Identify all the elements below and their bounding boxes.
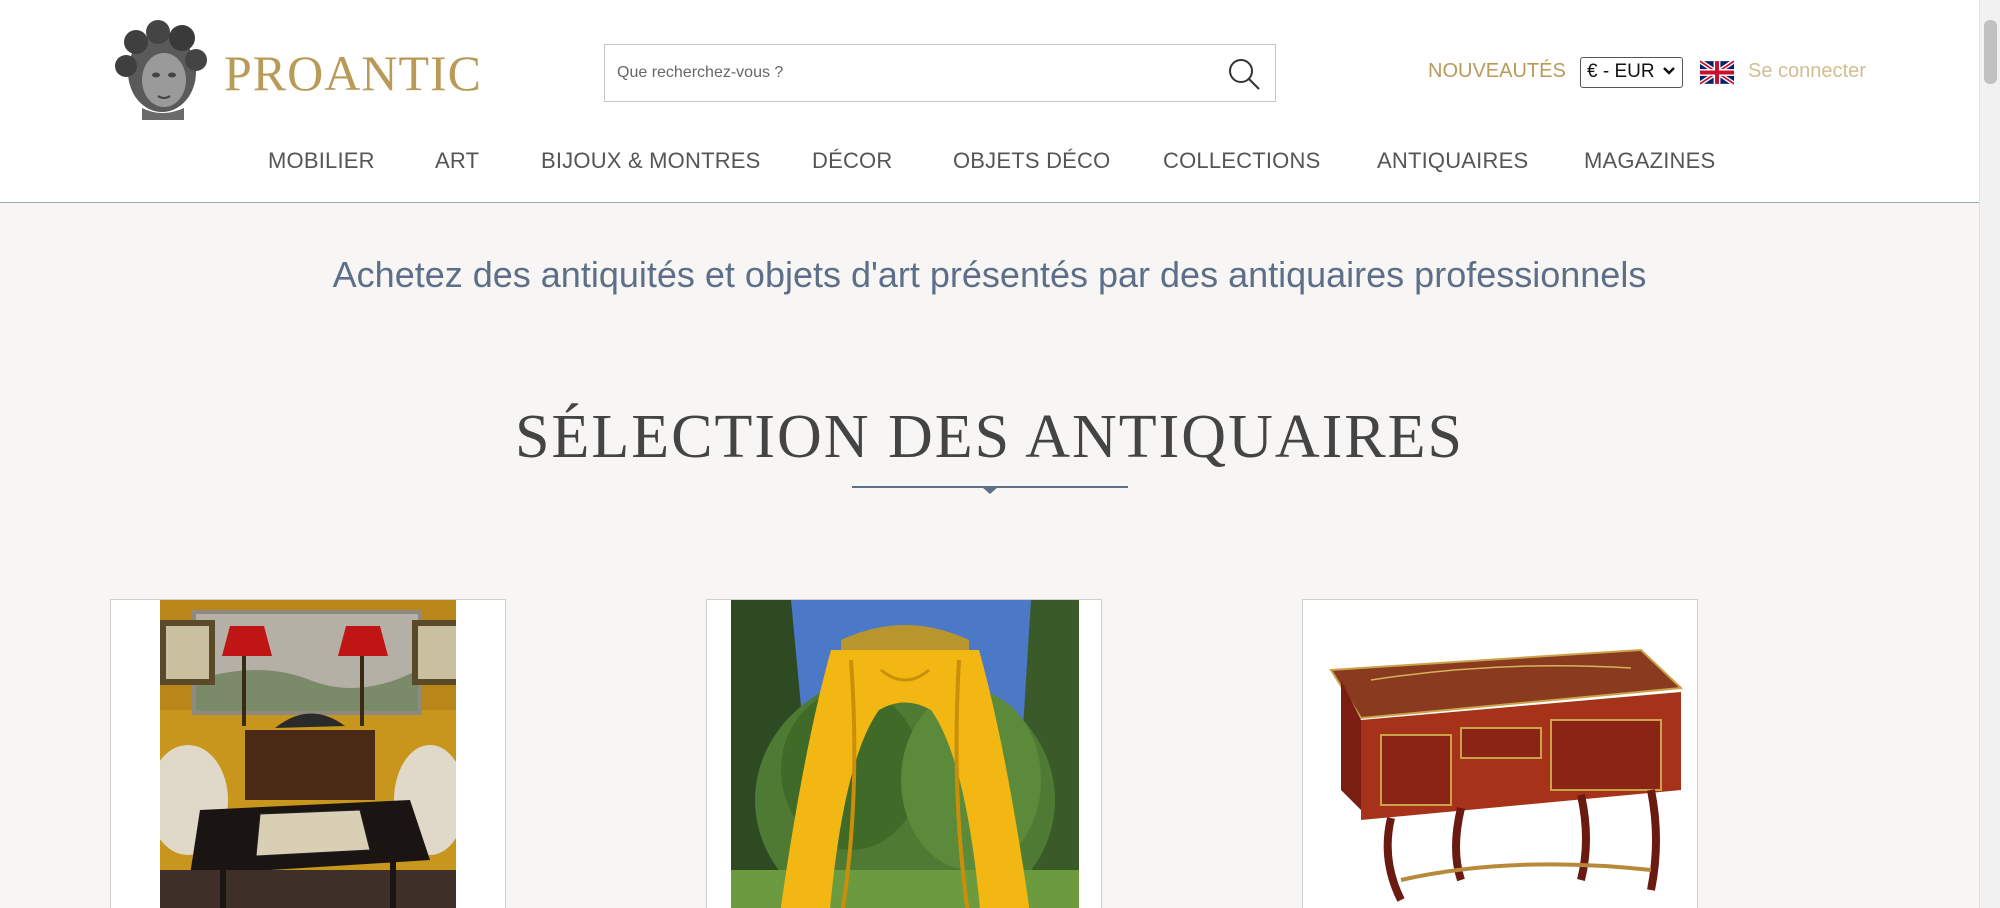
site-header: PROANTIC NOUVEAUTÉS € - EUR Se connecter… [0,0,1979,203]
product-image-boulle-desk [1329,648,1684,902]
section-title: SÉLECTION DES ANTIQUAIRES [515,403,1464,471]
page-scrollbar[interactable] [1979,0,2000,908]
search-icon[interactable] [1227,57,1261,91]
brand-name[interactable]: PROANTIC [224,44,482,102]
nav-item-collections[interactable]: COLLECTIONS [1163,148,1320,174]
uk-flag-icon[interactable] [1698,59,1736,86]
divider-arrow-icon [982,487,998,494]
nav-item-bijoux-montres[interactable]: BIJOUX & MONTRES [541,148,761,174]
nav-item-antiquaires[interactable]: ANTIQUAIRES [1377,148,1528,174]
search-bar [604,44,1276,102]
product-image-canopy [731,600,1079,908]
scrollbar-thumb[interactable] [1984,20,1997,84]
nav-item-magazines[interactable]: MAGAZINES [1584,148,1715,174]
product-card-chess-table[interactable] [110,599,506,908]
logo-sculpture-head[interactable] [112,20,208,120]
nav-item-decor[interactable]: DÉCOR [812,148,892,174]
chevron-down-icon [1662,60,1676,87]
nav-item-art[interactable]: ART [435,148,479,174]
login-link[interactable]: Se connecter [1748,60,1866,83]
page-tagline: Achetez des antiquités et objets d'art p… [332,254,1647,295]
main-nav: MOBILIER ART BIJOUX & MONTRES DÉCOR OBJE… [0,148,1979,178]
currency-value: € - EUR [1587,61,1655,82]
product-image-chess-table [160,600,456,908]
search-input[interactable] [617,45,1197,101]
nav-item-mobilier[interactable]: MOBILIER [268,148,375,174]
nav-item-objets-deco[interactable]: OBJETS DÉCO [953,148,1110,174]
product-card-canopy[interactable] [706,599,1102,908]
currency-select[interactable]: € - EUR [1580,57,1683,88]
product-card-boulle-desk[interactable] [1302,599,1698,908]
nouveautes-link[interactable]: NOUVEAUTÉS [1428,60,1566,83]
